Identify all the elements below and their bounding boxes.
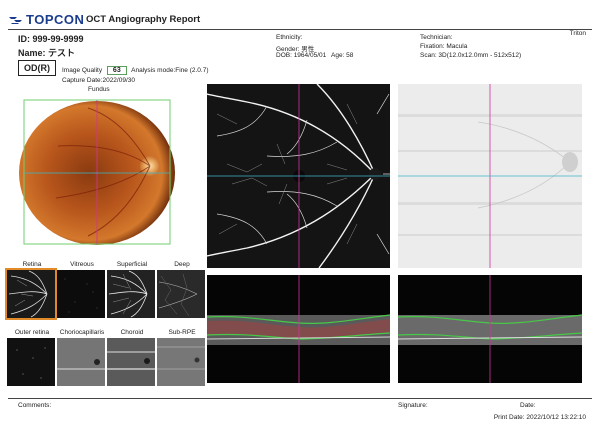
brand-name: TOPCON — [26, 12, 85, 27]
thumb-retina[interactable] — [5, 268, 57, 320]
fundus-image[interactable] — [18, 96, 176, 249]
angiography-image — [207, 84, 390, 268]
report-title: OCT Angiography Report — [86, 14, 201, 25]
thumb-deep[interactable] — [157, 270, 205, 318]
footer-divider — [8, 398, 592, 399]
choriocapillaris-slab-image — [57, 338, 105, 386]
comments-field[interactable]: Comments: — [18, 402, 51, 409]
thumb-label-superficial: Superficial — [116, 261, 148, 268]
thumb-outer-retina[interactable] — [7, 338, 55, 386]
age: Age: 58 — [331, 52, 354, 59]
fundus-photo — [19, 99, 175, 245]
print-date: Print Date: 2022/10/12 13:22:10 — [493, 414, 586, 421]
date-field[interactable]: Date: — [520, 402, 536, 409]
structural-enface-image — [398, 84, 582, 268]
bscan-angiography-image — [207, 275, 390, 383]
signature-field[interactable]: Signature: — [398, 402, 428, 409]
capture-date: Capture Date:2022/09/30 — [62, 77, 135, 84]
thumb-choroid[interactable] — [107, 338, 155, 386]
technician: Technician: — [420, 34, 453, 41]
thumb-label-deep: Deep — [174, 261, 190, 268]
image-quality-value: 63 — [106, 66, 127, 75]
retina-slab-image — [7, 270, 55, 318]
choroid-slab-image — [107, 338, 155, 386]
eye-indicator: OD(R) — [18, 60, 56, 76]
bscan-structural-image — [398, 275, 582, 383]
thumb-superficial[interactable] — [107, 270, 155, 318]
patient-name: Name: テスト — [18, 48, 76, 58]
vitreous-slab-image — [57, 270, 105, 318]
fixation: Fixation: Macula — [420, 43, 468, 50]
image-quality-row: Image Quality 63 Analysis mode:Fine (2.0… — [62, 66, 208, 75]
header-divider — [8, 29, 592, 30]
thumb-label-choroid: Choroid — [120, 329, 144, 336]
topcon-logo: TOPCON — [8, 12, 84, 27]
analysis-mode: Analysis mode:Fine (2.0.7) — [131, 67, 209, 74]
fundus-label: Fundus — [88, 86, 110, 93]
thumb-vitreous[interactable] — [57, 270, 105, 318]
thumb-label-choriocapillaris: Choriocapillaris — [59, 329, 105, 336]
deep-slab-image — [157, 270, 205, 318]
thumb-choriocapillaris[interactable] — [57, 338, 105, 386]
thumb-label-retina: Retina — [22, 261, 42, 268]
thumb-label-vitreous: Vitreous — [70, 261, 94, 268]
bscan-structural[interactable] — [398, 275, 582, 383]
topcon-logo-icon — [9, 17, 22, 24]
ethnicity: Ethnicity: — [276, 34, 303, 41]
patient-id: ID: 999-99-9999 — [18, 34, 84, 44]
scan-protocol: Scan: 3D(12.0x12.0mm - 512x512) — [420, 52, 522, 59]
angiography-enface[interactable] — [207, 84, 390, 268]
device-name: Triton — [569, 30, 586, 37]
image-quality-label: Image Quality — [62, 67, 103, 74]
thumb-sub-rpe[interactable] — [157, 338, 205, 386]
structural-enface[interactable] — [398, 84, 582, 268]
thumb-label-sub-rpe: Sub-RPE — [168, 329, 196, 336]
superficial-slab-image — [107, 270, 155, 318]
bscan-angiography[interactable] — [207, 275, 390, 383]
dob: DOB: 1964/05/01 — [276, 52, 327, 59]
sub-rpe-slab-image — [157, 338, 205, 386]
outer-retina-slab-image — [7, 338, 55, 386]
